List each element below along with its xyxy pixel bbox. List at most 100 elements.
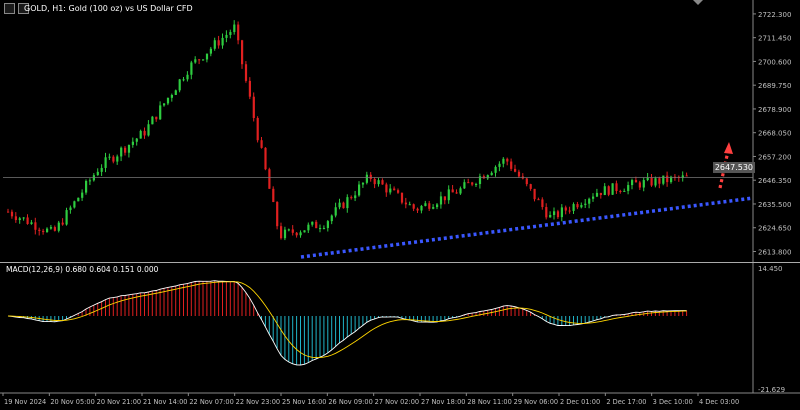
candle-body — [303, 230, 306, 233]
candle-body — [451, 189, 454, 193]
candle-body — [494, 166, 497, 173]
candle-body — [361, 182, 365, 185]
candle-body — [217, 40, 220, 46]
candle-body — [549, 214, 552, 218]
candle-body — [295, 232, 298, 236]
candle-body — [373, 178, 376, 185]
time-tick-label: 27 Nov 02:00 — [375, 398, 419, 406]
candle-body — [529, 184, 532, 189]
time-tick-label: 26 Nov 09:00 — [328, 398, 372, 406]
candle-body — [447, 189, 450, 201]
price-chart[interactable]: 2722.300 2711.450 2700.600 2689.750 2678.900… — [0, 0, 800, 410]
candle-body — [369, 174, 372, 179]
candle-body — [650, 177, 653, 186]
chart-type-icon[interactable] — [4, 3, 15, 14]
candle-body — [381, 180, 384, 185]
candle-body — [42, 230, 45, 233]
candle-body — [229, 32, 232, 35]
price-tick-label: 2700.600 — [758, 58, 791, 66]
candle-body — [256, 117, 259, 141]
candle-body — [533, 188, 536, 200]
candle-body — [73, 201, 76, 208]
candle-body — [377, 180, 380, 185]
candle-body — [541, 199, 544, 208]
candle-body — [439, 196, 443, 205]
candle-body — [514, 168, 517, 172]
candle-body — [112, 156, 115, 162]
candle-body — [260, 140, 263, 148]
macd-indicator-title: MACD(12,26,9) 0.680 0.604 0.151 0.000 — [6, 265, 159, 274]
candle-body — [350, 197, 353, 199]
candle-body — [46, 228, 49, 233]
price-tick-label: 2646.350 — [758, 177, 791, 185]
price-tick-label: 2668.050 — [758, 130, 791, 138]
candle-body — [38, 229, 41, 231]
candle-body — [389, 188, 392, 193]
chart-shift-marker-icon[interactable] — [693, 0, 703, 5]
candle-body — [280, 226, 283, 239]
time-tick-label: 28 Nov 11:00 — [467, 398, 511, 406]
price-tick-label: 2689.750 — [758, 82, 791, 90]
time-tick-label: 22 Nov 07:00 — [189, 398, 233, 406]
candle-body — [276, 202, 279, 227]
candle-body — [436, 204, 439, 208]
candle-body — [354, 195, 357, 199]
candle-body — [506, 158, 509, 162]
candle-body — [291, 229, 294, 233]
candle-body — [553, 211, 556, 215]
candle-body — [584, 203, 587, 206]
candle-body — [88, 180, 92, 182]
chart-window[interactable]: 2722.300 2711.450 2700.600 2689.750 2678.900… — [0, 0, 800, 410]
candle-body — [307, 224, 310, 231]
candle-body — [30, 222, 33, 224]
candle-body — [57, 222, 60, 231]
candle-body — [221, 37, 224, 46]
candle-body — [623, 190, 626, 192]
candle-body — [459, 188, 462, 194]
candle-body — [159, 105, 162, 120]
candle-body — [592, 196, 595, 199]
candle-body — [666, 175, 669, 183]
candle-body — [334, 207, 337, 216]
candle-body — [517, 171, 521, 177]
candle-body — [237, 24, 240, 41]
macd-tick-label: -21.629 — [758, 386, 785, 394]
candle-body — [209, 48, 212, 54]
candle-body — [416, 208, 419, 211]
chart-axes: 2722.300 2711.450 2700.600 2689.750 2678.900… — [0, 0, 800, 406]
candle-body — [338, 202, 341, 208]
candle-body — [14, 216, 17, 221]
candle-body — [190, 62, 193, 75]
candle-body — [116, 156, 119, 162]
candle-body — [424, 203, 427, 206]
candle-body — [342, 202, 345, 209]
candle-body — [139, 130, 142, 139]
candle-body — [241, 40, 244, 65]
candle-body — [346, 197, 349, 209]
candle-body — [252, 96, 255, 118]
projection-arrow-head — [724, 142, 733, 154]
candle-body — [393, 188, 396, 191]
candle-body — [166, 97, 170, 104]
candle-body — [104, 157, 107, 168]
chart-title: GOLD, H1: Gold (100 oz) vs US Dollar CFD — [24, 4, 193, 13]
candle-body — [615, 183, 618, 191]
candle-body — [61, 222, 64, 225]
candle-body — [463, 182, 466, 189]
support-trendline[interactable] — [300, 196, 754, 259]
candle-body — [147, 124, 150, 136]
candle-body — [96, 171, 99, 176]
price-tick-label: 2722.300 — [758, 11, 791, 19]
candle-body — [564, 207, 567, 211]
candle-body — [467, 182, 470, 184]
candle-body — [287, 229, 290, 231]
candle-body — [53, 227, 56, 231]
price-tick-label: 2624.650 — [758, 225, 791, 233]
candle-body — [408, 204, 411, 206]
candle-body — [264, 147, 267, 170]
candle-body — [443, 196, 446, 201]
candle-body — [685, 175, 688, 177]
candle-body — [322, 227, 326, 229]
candle-body — [135, 138, 138, 142]
candle-body — [108, 156, 111, 158]
